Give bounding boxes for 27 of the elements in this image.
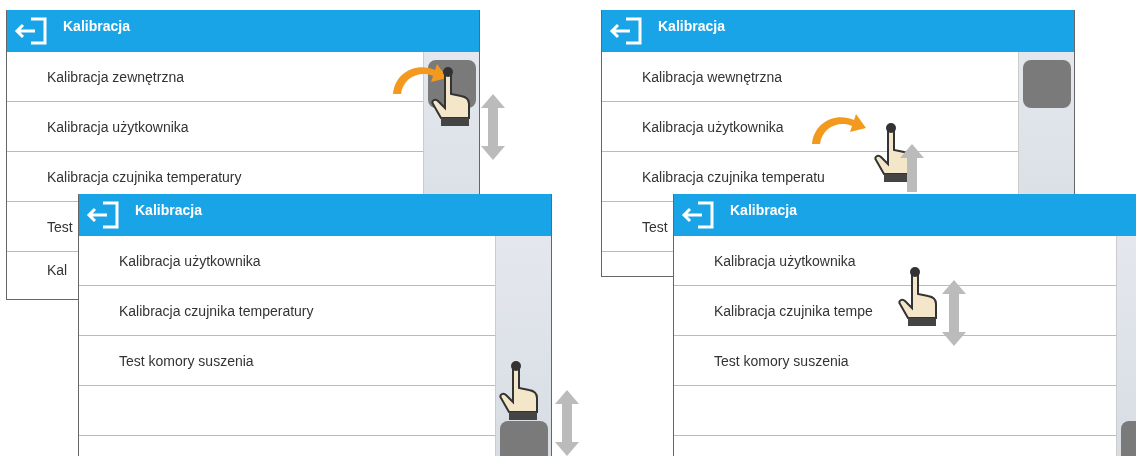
scroll-thumb[interactable] <box>500 421 548 456</box>
screen-title: Kalibracja <box>730 202 797 218</box>
menu-item[interactable]: Kalibracja użytkownika <box>47 118 189 135</box>
menu-item[interactable]: Kalibracja czujnika temperatury <box>47 168 242 185</box>
menu-item[interactable]: Kal <box>47 262 68 278</box>
up-down-arrow-icon <box>555 390 579 456</box>
menu-item[interactable]: Kalibracja czujnika temperatu <box>642 168 825 185</box>
menu-item[interactable]: Kalibracja użytkownika <box>119 252 261 269</box>
back-icon[interactable] <box>13 16 49 46</box>
menu-item[interactable]: Kalibracja wewnętrzna <box>642 68 783 85</box>
menu-item[interactable]: Test <box>642 218 668 235</box>
screen-title: Kalibracja <box>63 18 130 34</box>
menu-item[interactable]: Kalibracja zewnętrzna <box>47 68 184 85</box>
menu-item[interactable]: Kalibracja użytkownika <box>642 118 784 135</box>
menu-item[interactable]: Test komory suszenia <box>119 352 254 369</box>
menu-item[interactable]: Kalibracja użytkownika <box>714 252 856 269</box>
menu-item[interactable]: Kalibracja czujnika tempe <box>714 302 873 319</box>
scroll-thumb[interactable] <box>1023 60 1071 108</box>
back-icon[interactable] <box>608 16 644 46</box>
menu-item[interactable]: Test <box>47 218 73 235</box>
back-icon[interactable] <box>85 200 121 230</box>
back-icon[interactable] <box>680 200 716 230</box>
screen-title: Kalibracja <box>135 202 202 218</box>
up-down-arrow-icon <box>481 94 505 160</box>
screen-title: Kalibracja <box>658 18 725 34</box>
menu-item[interactable]: Kalibracja czujnika temperatury <box>119 302 314 319</box>
menu-item[interactable]: Test komory suszenia <box>714 352 849 369</box>
